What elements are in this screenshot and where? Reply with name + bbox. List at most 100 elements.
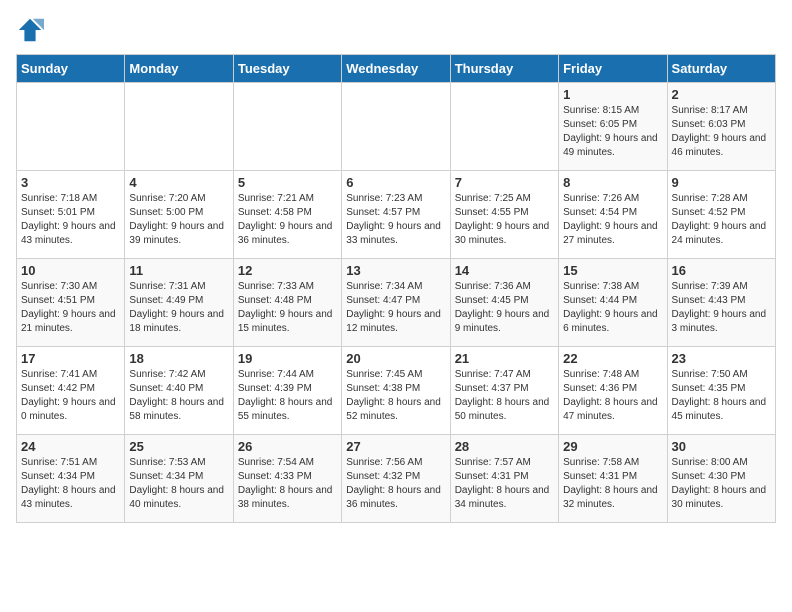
day-info: Sunrise: 7:25 AM Sunset: 4:55 PM Dayligh… xyxy=(455,192,554,248)
calendar-cell xyxy=(342,83,450,171)
day-number: 2 xyxy=(672,87,771,102)
day-info: Sunrise: 7:53 AM Sunset: 4:34 PM Dayligh… xyxy=(129,456,228,512)
day-number: 20 xyxy=(346,351,445,366)
day-number: 21 xyxy=(455,351,554,366)
calendar-cell: 4 Sunrise: 7:20 AM Sunset: 5:00 PM Daylig… xyxy=(125,171,233,259)
day-info: Sunrise: 7:36 AM Sunset: 4:45 PM Dayligh… xyxy=(455,280,554,336)
day-info: Sunrise: 7:20 AM Sunset: 5:00 PM Dayligh… xyxy=(129,192,228,248)
calendar-cell: 6 Sunrise: 7:23 AM Sunset: 4:57 PM Daylig… xyxy=(342,171,450,259)
day-number: 1 xyxy=(563,87,662,102)
day-info: Sunrise: 7:31 AM Sunset: 4:49 PM Dayligh… xyxy=(129,280,228,336)
day-info: Sunrise: 7:48 AM Sunset: 4:36 PM Dayligh… xyxy=(563,368,662,424)
day-number: 14 xyxy=(455,263,554,278)
calendar-cell: 5Sunrise: 7:21 AM Sunset: 4:58 PM Daylig… xyxy=(233,171,341,259)
calendar-week-row: 24 Sunrise: 7:51 AM Sunset: 4:34 PM Dayli… xyxy=(17,435,776,523)
day-info: Sunrise: 7:57 AM Sunset: 4:31 PM Dayligh… xyxy=(455,456,554,512)
day-number: 23 xyxy=(672,351,771,366)
day-number: 16 xyxy=(672,263,771,278)
day-info: Sunrise: 7:51 AM Sunset: 4:34 PM Dayligh… xyxy=(21,456,120,512)
calendar-cell: 15 Sunrise: 7:38 AM Sunset: 4:44 PM Dayli… xyxy=(559,259,667,347)
day-number: 7 xyxy=(455,175,554,190)
day-of-week-header: Thursday xyxy=(450,55,558,83)
day-of-week-header: Monday xyxy=(125,55,233,83)
day-info: Sunrise: 7:34 AM Sunset: 4:47 PM Dayligh… xyxy=(346,280,445,336)
calendar-cell: 10 Sunrise: 7:30 AM Sunset: 4:51 PM Dayli… xyxy=(17,259,125,347)
day-info: Sunrise: 7:44 AM Sunset: 4:39 PM Dayligh… xyxy=(238,368,337,424)
day-number: 26 xyxy=(238,439,337,454)
day-of-week-header: Saturday xyxy=(667,55,775,83)
calendar-cell: 26 Sunrise: 7:54 AM Sunset: 4:33 PM Dayli… xyxy=(233,435,341,523)
calendar-cell xyxy=(17,83,125,171)
day-info: Sunrise: 7:54 AM Sunset: 4:33 PM Dayligh… xyxy=(238,456,337,512)
day-number: 4 xyxy=(129,175,228,190)
day-number: 8 xyxy=(563,175,662,190)
day-info: Sunrise: 7:47 AM Sunset: 4:37 PM Dayligh… xyxy=(455,368,554,424)
day-info: Sunrise: 7:38 AM Sunset: 4:44 PM Dayligh… xyxy=(563,280,662,336)
calendar-cell: 11 Sunrise: 7:31 AM Sunset: 4:49 PM Dayli… xyxy=(125,259,233,347)
day-number: 11 xyxy=(129,263,228,278)
calendar-cell: 20Sunrise: 7:45 AM Sunset: 4:38 PM Dayli… xyxy=(342,347,450,435)
day-info: Sunrise: 7:28 AM Sunset: 4:52 PM Dayligh… xyxy=(672,192,771,248)
calendar-week-row: 17Sunrise: 7:41 AM Sunset: 4:42 PM Dayli… xyxy=(17,347,776,435)
day-number: 17 xyxy=(21,351,120,366)
day-info: Sunrise: 7:21 AM Sunset: 4:58 PM Dayligh… xyxy=(238,192,337,248)
day-number: 19 xyxy=(238,351,337,366)
day-info: Sunrise: 7:33 AM Sunset: 4:48 PM Dayligh… xyxy=(238,280,337,336)
day-info: Sunrise: 8:00 AM Sunset: 4:30 PM Dayligh… xyxy=(672,456,771,512)
day-of-week-header: Wednesday xyxy=(342,55,450,83)
day-info: Sunrise: 8:15 AM Sunset: 6:05 PM Dayligh… xyxy=(563,104,662,160)
calendar-cell: 9 Sunrise: 7:28 AM Sunset: 4:52 PM Daylig… xyxy=(667,171,775,259)
header-row: SundayMondayTuesdayWednesdayThursdayFrid… xyxy=(17,55,776,83)
day-number: 18 xyxy=(129,351,228,366)
day-number: 15 xyxy=(563,263,662,278)
calendar-cell: 1 Sunrise: 8:15 AM Sunset: 6:05 PM Daylig… xyxy=(559,83,667,171)
calendar-cell xyxy=(233,83,341,171)
day-info: Sunrise: 7:23 AM Sunset: 4:57 PM Dayligh… xyxy=(346,192,445,248)
calendar-cell: 24 Sunrise: 7:51 AM Sunset: 4:34 PM Dayli… xyxy=(17,435,125,523)
calendar-cell xyxy=(450,83,558,171)
calendar-cell: 13 Sunrise: 7:34 AM Sunset: 4:47 PM Dayli… xyxy=(342,259,450,347)
calendar-cell: 19 Sunrise: 7:44 AM Sunset: 4:39 PM Dayli… xyxy=(233,347,341,435)
calendar-cell: 25Sunrise: 7:53 AM Sunset: 4:34 PM Dayli… xyxy=(125,435,233,523)
calendar-cell: 2 Sunrise: 8:17 AM Sunset: 6:03 PM Daylig… xyxy=(667,83,775,171)
calendar-cell: 27Sunrise: 7:56 AM Sunset: 4:32 PM Dayli… xyxy=(342,435,450,523)
day-number: 24 xyxy=(21,439,120,454)
day-info: Sunrise: 7:56 AM Sunset: 4:32 PM Dayligh… xyxy=(346,456,445,512)
calendar-week-row: 1 Sunrise: 8:15 AM Sunset: 6:05 PM Daylig… xyxy=(17,83,776,171)
day-number: 30 xyxy=(672,439,771,454)
calendar-cell: 17Sunrise: 7:41 AM Sunset: 4:42 PM Dayli… xyxy=(17,347,125,435)
day-info: Sunrise: 7:50 AM Sunset: 4:35 PM Dayligh… xyxy=(672,368,771,424)
calendar-cell: 3Sunrise: 7:18 AM Sunset: 5:01 PM Daylig… xyxy=(17,171,125,259)
day-info: Sunrise: 7:26 AM Sunset: 4:54 PM Dayligh… xyxy=(563,192,662,248)
day-number: 13 xyxy=(346,263,445,278)
day-number: 10 xyxy=(21,263,120,278)
calendar-header: SundayMondayTuesdayWednesdayThursdayFrid… xyxy=(17,55,776,83)
calendar-cell: 23 Sunrise: 7:50 AM Sunset: 4:35 PM Dayli… xyxy=(667,347,775,435)
calendar-cell: 16 Sunrise: 7:39 AM Sunset: 4:43 PM Dayli… xyxy=(667,259,775,347)
calendar-cell: 29 Sunrise: 7:58 AM Sunset: 4:31 PM Dayli… xyxy=(559,435,667,523)
calendar-cell: 30 Sunrise: 8:00 AM Sunset: 4:30 PM Dayli… xyxy=(667,435,775,523)
calendar-cell: 12Sunrise: 7:33 AM Sunset: 4:48 PM Dayli… xyxy=(233,259,341,347)
page-header xyxy=(16,16,776,44)
day-number: 29 xyxy=(563,439,662,454)
day-info: Sunrise: 7:39 AM Sunset: 4:43 PM Dayligh… xyxy=(672,280,771,336)
day-number: 3 xyxy=(21,175,120,190)
day-info: Sunrise: 7:30 AM Sunset: 4:51 PM Dayligh… xyxy=(21,280,120,336)
day-number: 6 xyxy=(346,175,445,190)
calendar-cell: 22 Sunrise: 7:48 AM Sunset: 4:36 PM Dayli… xyxy=(559,347,667,435)
day-of-week-header: Sunday xyxy=(17,55,125,83)
calendar-cell xyxy=(125,83,233,171)
day-of-week-header: Tuesday xyxy=(233,55,341,83)
day-info: Sunrise: 7:58 AM Sunset: 4:31 PM Dayligh… xyxy=(563,456,662,512)
calendar-cell: 8 Sunrise: 7:26 AM Sunset: 4:54 PM Daylig… xyxy=(559,171,667,259)
day-number: 9 xyxy=(672,175,771,190)
calendar-cell: 28Sunrise: 7:57 AM Sunset: 4:31 PM Dayli… xyxy=(450,435,558,523)
logo xyxy=(16,16,48,44)
day-info: Sunrise: 7:42 AM Sunset: 4:40 PM Dayligh… xyxy=(129,368,228,424)
day-info: Sunrise: 8:17 AM Sunset: 6:03 PM Dayligh… xyxy=(672,104,771,160)
calendar-cell: 14 Sunrise: 7:36 AM Sunset: 4:45 PM Dayli… xyxy=(450,259,558,347)
logo-icon xyxy=(16,16,44,44)
day-number: 22 xyxy=(563,351,662,366)
calendar-table: SundayMondayTuesdayWednesdayThursdayFrid… xyxy=(16,54,776,523)
calendar-cell: 21 Sunrise: 7:47 AM Sunset: 4:37 PM Dayli… xyxy=(450,347,558,435)
